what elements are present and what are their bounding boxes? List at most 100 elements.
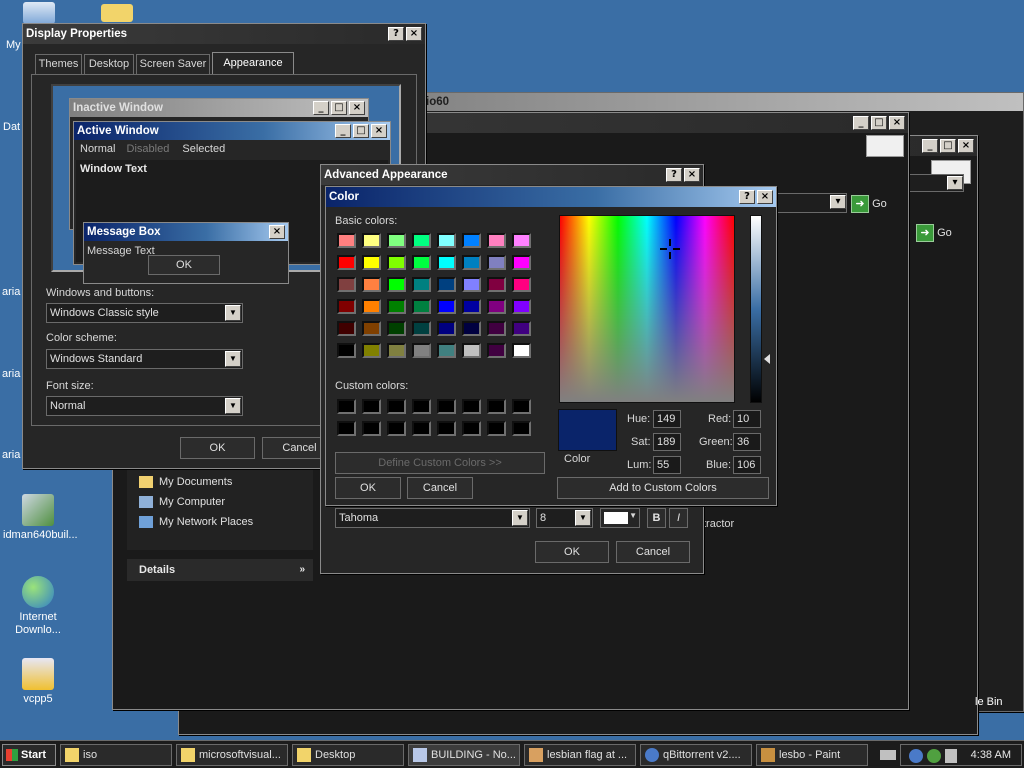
basic-color-swatch[interactable] — [462, 255, 481, 270]
basic-color-swatch[interactable] — [487, 233, 506, 248]
close-button[interactable]: × — [958, 139, 974, 153]
tab-desktop[interactable]: Desktop — [84, 54, 134, 74]
basic-color-swatch[interactable] — [512, 321, 531, 336]
cancel-button[interactable]: Cancel — [407, 477, 473, 499]
basic-color-swatch[interactable] — [487, 343, 506, 358]
custom-color-swatch[interactable] — [387, 421, 406, 436]
basic-color-swatch[interactable] — [512, 299, 531, 314]
link-my-documents[interactable]: My Documents — [139, 476, 232, 489]
taskbar-item-qbittorrent[interactable]: qBittorrent v2.... — [640, 744, 752, 766]
help-button[interactable]: ? — [388, 27, 404, 41]
basic-color-swatch[interactable] — [387, 255, 406, 270]
custom-color-swatch[interactable] — [412, 399, 431, 414]
custom-color-swatch[interactable] — [362, 421, 381, 436]
custom-color-swatch[interactable] — [512, 421, 531, 436]
dropdown-arrow-icon[interactable]: ▼ — [225, 351, 241, 367]
bold-button[interactable]: B — [647, 508, 666, 528]
basic-color-swatch[interactable] — [337, 299, 356, 314]
folder-desktop-icon[interactable] — [100, 4, 134, 25]
basic-color-swatch[interactable] — [337, 343, 356, 358]
color-spectrum[interactable] — [559, 215, 735, 403]
basic-color-swatch[interactable] — [437, 321, 456, 336]
details-panel-header[interactable]: Details » — [127, 559, 313, 581]
dropdown-arrow-icon[interactable]: ▾ — [830, 195, 846, 209]
basic-color-swatch[interactable] — [437, 277, 456, 292]
basic-color-swatch[interactable] — [462, 343, 481, 358]
display-properties-titlebar[interactable]: Display Properties ? × — [23, 24, 425, 44]
ok-button[interactable]: OK — [535, 541, 609, 563]
link-my-computer[interactable]: My Computer — [139, 496, 225, 509]
color-dialog-titlebar[interactable]: Color ? × — [326, 187, 776, 207]
taskbar-item-iso[interactable]: iso — [60, 744, 172, 766]
basic-color-swatch[interactable] — [387, 321, 406, 336]
basic-color-swatch[interactable] — [337, 255, 356, 270]
font-combo[interactable]: Tahoma ▼ — [335, 508, 530, 528]
basic-color-swatch[interactable] — [362, 321, 381, 336]
taskbar-item-building-notepad[interactable]: BUILDING - No... — [408, 744, 520, 766]
basic-color-swatch[interactable] — [412, 277, 431, 292]
windows-buttons-combo[interactable]: Windows Classic style ▼ — [46, 303, 243, 323]
basic-color-swatch[interactable] — [437, 255, 456, 270]
custom-color-swatch[interactable] — [437, 399, 456, 414]
font-color-picker[interactable]: ▼ — [600, 508, 640, 528]
basic-color-swatch[interactable] — [437, 299, 456, 314]
custom-color-swatch[interactable] — [337, 399, 356, 414]
basic-color-swatch[interactable] — [437, 233, 456, 248]
luminance-slider[interactable] — [750, 215, 762, 403]
blue-field[interactable]: 106 — [733, 456, 761, 474]
custom-color-swatch[interactable] — [437, 421, 456, 436]
help-button[interactable]: ? — [739, 190, 755, 204]
dropdown-arrow-icon[interactable]: ▼ — [512, 510, 528, 526]
close-button[interactable]: × — [684, 168, 700, 182]
cancel-button[interactable]: Cancel — [616, 541, 690, 563]
dropdown-arrow-icon[interactable]: ▼ — [575, 510, 591, 526]
help-button[interactable]: ? — [666, 168, 682, 182]
italic-button[interactable]: I — [669, 508, 688, 528]
ok-button[interactable]: OK — [335, 477, 401, 499]
dropdown-arrow-icon[interactable]: ▼ — [225, 305, 241, 321]
basic-color-swatch[interactable] — [487, 277, 506, 292]
network-tray-icon[interactable] — [927, 749, 941, 763]
font-size-combo[interactable]: 8 ▼ — [536, 508, 593, 528]
close-button[interactable]: × — [757, 190, 773, 204]
go-button[interactable]: ➜ Go — [851, 193, 901, 215]
custom-color-swatch[interactable] — [362, 399, 381, 414]
basic-color-swatch[interactable] — [337, 233, 356, 248]
basic-color-swatch[interactable] — [362, 343, 381, 358]
basic-color-swatch[interactable] — [487, 321, 506, 336]
minimize-button[interactable]: _ — [853, 116, 869, 130]
color-scheme-combo[interactable]: Windows Standard ▼ — [46, 349, 243, 369]
clock[interactable]: 4:38 AM — [971, 745, 1011, 765]
hue-field[interactable]: 149 — [653, 410, 681, 428]
dropdown-arrow-icon[interactable]: ▾ — [947, 176, 963, 190]
go-button[interactable]: ➜ Go — [916, 222, 966, 244]
taskbar-item-paint[interactable]: lesbo - Paint — [756, 744, 868, 766]
basic-color-swatch[interactable] — [362, 299, 381, 314]
red-field[interactable]: 10 — [733, 410, 761, 428]
green-field[interactable]: 36 — [733, 433, 761, 451]
qbittorrent-tray-icon[interactable] — [909, 749, 923, 763]
close-button[interactable]: × — [889, 116, 905, 130]
basic-color-swatch[interactable] — [387, 277, 406, 292]
basic-color-swatch[interactable] — [437, 343, 456, 358]
basic-color-swatch[interactable] — [512, 233, 531, 248]
basic-color-swatch[interactable] — [412, 299, 431, 314]
basic-color-swatch[interactable] — [362, 233, 381, 248]
desktop-icon-vcpp5[interactable]: vcpp5 — [3, 658, 73, 706]
basic-color-swatch[interactable] — [337, 321, 356, 336]
basic-color-swatch[interactable] — [487, 299, 506, 314]
basic-color-swatch[interactable] — [412, 321, 431, 336]
basic-color-swatch[interactable] — [412, 255, 431, 270]
luminance-arrow-icon[interactable] — [764, 354, 770, 364]
dropdown-arrow-icon[interactable]: ▼ — [225, 398, 241, 414]
desktop-icon-idman[interactable]: idman640buil... — [3, 494, 78, 542]
volume-tray-icon[interactable] — [945, 749, 957, 763]
tab-themes[interactable]: Themes — [35, 54, 82, 74]
maximize-button[interactable]: □ — [871, 116, 887, 130]
basic-color-swatch[interactable] — [387, 299, 406, 314]
custom-color-swatch[interactable] — [512, 399, 531, 414]
basic-color-swatch[interactable] — [412, 343, 431, 358]
taskbar-item-desktop[interactable]: Desktop — [292, 744, 404, 766]
basic-color-swatch[interactable] — [337, 277, 356, 292]
desktop-icon-internet-download[interactable]: Internet Downlo... — [3, 576, 73, 637]
